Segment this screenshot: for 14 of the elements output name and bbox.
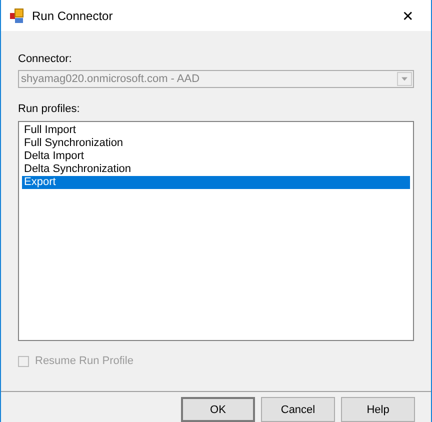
run-profile-item[interactable]: Export [22, 176, 410, 189]
dialog-button[interactable]: OK [181, 397, 255, 422]
run-profile-item[interactable]: Full Synchronization [22, 137, 410, 150]
window-title: Run Connector [32, 8, 114, 22]
app-icon [9, 8, 25, 24]
run-profile-item[interactable]: Full Import [22, 124, 410, 137]
run-profile-item[interactable]: Delta Synchronization [22, 163, 410, 176]
dialog-button[interactable]: Cancel [261, 397, 335, 422]
run-profiles-label: Run profiles: [18, 103, 81, 117]
dialog-button[interactable]: Help [341, 397, 415, 422]
close-button[interactable]: ✕ [393, 8, 423, 24]
connector-label: Connector: [18, 53, 73, 67]
run-profile-item[interactable]: Delta Import [22, 150, 410, 163]
resume-run-profile-label: Resume Run Profile [35, 355, 134, 367]
